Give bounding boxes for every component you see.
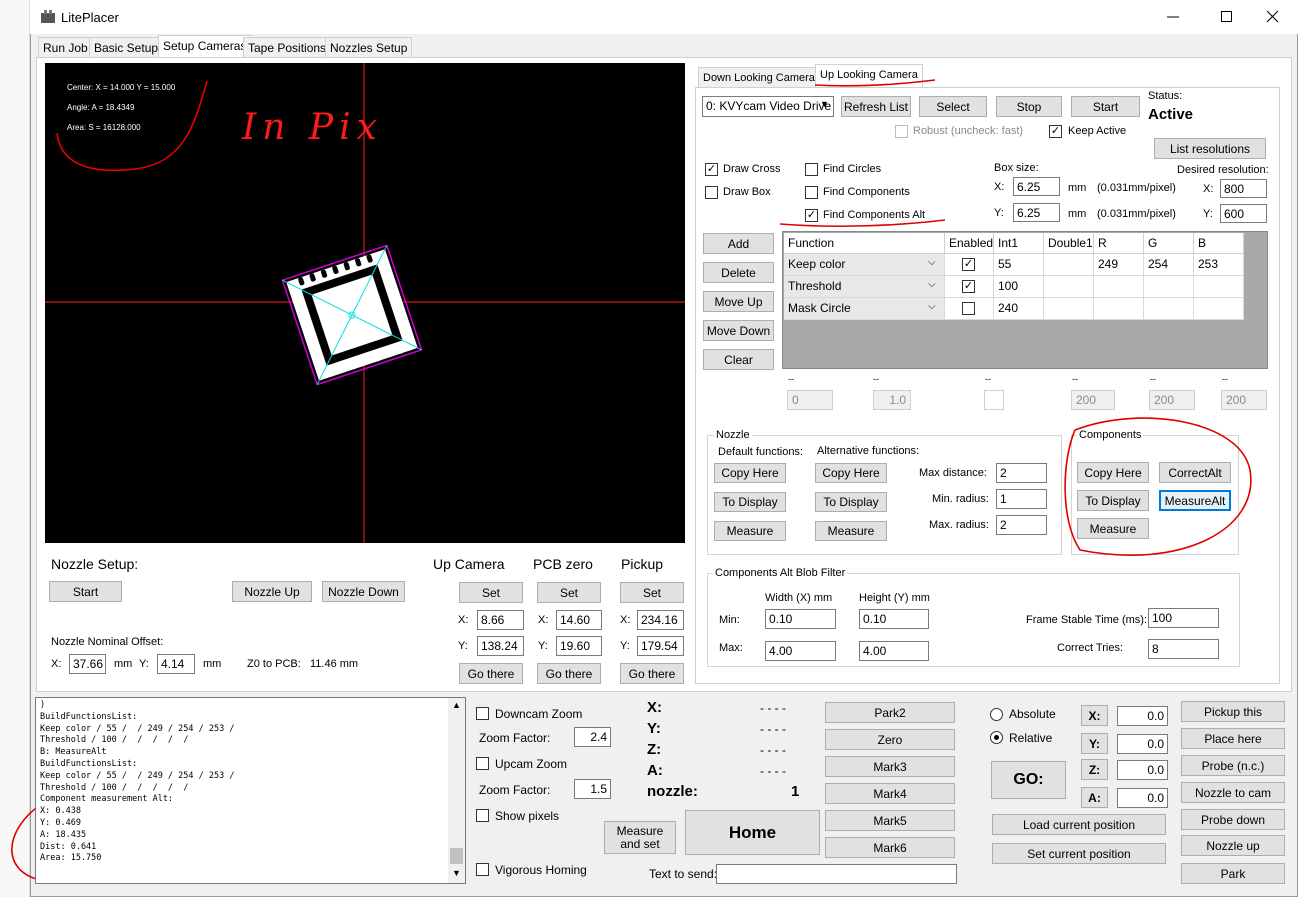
radio-dot	[994, 735, 999, 740]
pickup-y-label: Y:	[620, 640, 630, 652]
pickup-set-button[interactable]: Set	[620, 582, 684, 603]
readout-z-value: - - - -	[760, 743, 786, 757]
down-zoom-factor-label: Zoom Factor:	[479, 731, 551, 745]
log-scrollbar[interactable]: ▲ ▼	[448, 698, 465, 883]
pcb-zero-y-input[interactable]: 19.60	[556, 636, 602, 656]
offset-x-label: X:	[51, 658, 62, 670]
scroll-down-icon[interactable]: ▼	[452, 868, 461, 878]
nozzle-setup-title: Nozzle Setup:	[51, 556, 139, 572]
probe-down-button[interactable]: Probe down	[1181, 809, 1285, 830]
axis-z-input[interactable]: 0.0	[1117, 760, 1168, 780]
pickup-x-input[interactable]: 234.16	[637, 610, 684, 630]
relative-label: Relative	[1009, 731, 1053, 745]
pcb-zero-title: PCB zero	[533, 556, 593, 572]
downcam-zoom-checkbox[interactable]	[476, 707, 489, 720]
mark4-button[interactable]: Mark4	[825, 783, 955, 804]
pickup-go-button[interactable]: Go there	[620, 663, 684, 684]
up-camera-y-label: Y:	[458, 640, 468, 652]
readout-a-value: - - - -	[760, 764, 786, 778]
probe-nc-button[interactable]: Probe (n.c.)	[1181, 755, 1285, 776]
pickup-x-label: X:	[620, 614, 631, 626]
place-here-button[interactable]: Place here	[1181, 728, 1285, 749]
nozzle-to-cam-button[interactable]: Nozzle to cam	[1181, 782, 1285, 803]
relative-radio[interactable]	[990, 731, 1003, 744]
readout-x-label: X:	[647, 699, 662, 716]
pcb-zero-y-label: Y:	[538, 640, 548, 652]
up-camera-x-input[interactable]: 8.66	[477, 610, 524, 630]
pickup-title: Pickup	[621, 556, 664, 572]
load-position-button[interactable]: Load current position	[992, 814, 1166, 835]
measure-and-set-label: Measure and set	[616, 823, 664, 851]
park2-button[interactable]: Park2	[825, 702, 955, 723]
pcb-zero-x-label: X:	[538, 614, 549, 626]
set-current-position-button[interactable]: Set current position	[992, 843, 1166, 864]
offset-x-input[interactable]: 37.66	[69, 654, 106, 674]
home-button[interactable]: Home	[685, 810, 820, 855]
nozzle-setup-start-button[interactable]: Start	[49, 581, 122, 602]
pcb-zero-set-button[interactable]: Set	[537, 582, 601, 603]
up-zoom-factor-input[interactable]: 1.5	[574, 779, 611, 799]
readout-z-label: Z:	[647, 741, 662, 758]
offset-y-input[interactable]: 4.14	[157, 654, 195, 674]
axis-y-button[interactable]: Y:	[1081, 733, 1108, 754]
offset-y-unit: mm	[203, 658, 222, 670]
axis-a-button[interactable]: A:	[1081, 787, 1108, 808]
up-camera-set-button[interactable]: Set	[459, 582, 523, 603]
up-camera-title: Up Camera	[433, 556, 505, 572]
zero-button[interactable]: Zero	[825, 729, 955, 750]
offset-y-label: Y:	[139, 658, 149, 670]
vigorous-homing-checkbox[interactable]	[476, 863, 489, 876]
show-pixels-label: Show pixels	[495, 809, 560, 823]
axis-z-button[interactable]: Z:	[1081, 759, 1108, 780]
pickup-this-button[interactable]: Pickup this	[1181, 701, 1285, 722]
upcam-zoom-checkbox[interactable]	[476, 757, 489, 770]
nozzle-label: nozzle:	[647, 783, 698, 800]
scroll-up-icon[interactable]: ▲	[452, 700, 461, 710]
up-zoom-factor-label: Zoom Factor:	[479, 783, 551, 797]
text-to-send-label: Text to send:	[649, 867, 718, 881]
nozzle-value: 1	[791, 783, 800, 800]
pcb-zero-go-button[interactable]: Go there	[537, 663, 601, 684]
nozzle-up-right-button[interactable]: Nozzle up	[1181, 835, 1285, 856]
upcam-zoom-label: Upcam Zoom	[495, 757, 568, 771]
log-textbox[interactable]: ) BuildFunctionsList: Keep color / 55 / …	[35, 697, 466, 884]
nozzle-up-button[interactable]: Nozzle Up	[232, 581, 312, 602]
measure-and-set-button[interactable]: Measure and set	[604, 821, 676, 854]
up-camera-x-label: X:	[458, 614, 469, 626]
park-button[interactable]: Park	[1181, 863, 1285, 884]
mark6-button[interactable]: Mark6	[825, 837, 955, 858]
mark3-button[interactable]: Mark3	[825, 756, 955, 777]
show-pixels-checkbox[interactable]	[476, 809, 489, 822]
vigorous-homing-label: Vigorous Homing	[495, 863, 587, 877]
text-to-send-input[interactable]	[716, 864, 957, 884]
axis-x-input[interactable]: 0.0	[1117, 706, 1168, 726]
up-camera-go-button[interactable]: Go there	[459, 663, 523, 684]
go-button[interactable]: GO:	[991, 761, 1066, 799]
readout-a-label: A:	[647, 762, 663, 779]
downcam-zoom-label: Downcam Zoom	[495, 707, 583, 721]
readout-x-value: - - - -	[760, 701, 786, 715]
z0-value: 11.46 mm	[310, 658, 359, 670]
readout-y-label: Y:	[647, 720, 661, 737]
pcb-zero-x-input[interactable]: 14.60	[556, 610, 602, 630]
mark5-button[interactable]: Mark5	[825, 810, 955, 831]
nozzle-down-button[interactable]: Nozzle Down	[322, 581, 405, 602]
scroll-thumb[interactable]	[450, 848, 463, 864]
absolute-label: Absolute	[1009, 707, 1056, 721]
up-camera-y-input[interactable]: 138.24	[477, 636, 524, 656]
down-zoom-factor-input[interactable]: 2.4	[574, 727, 611, 747]
log-text: ) BuildFunctionsList: Keep color / 55 / …	[40, 700, 235, 864]
absolute-radio[interactable]	[990, 708, 1003, 721]
nozzle-offset-label: Nozzle Nominal Offset:	[51, 636, 164, 648]
axis-x-button[interactable]: X:	[1081, 705, 1108, 726]
offset-x-unit: mm	[114, 658, 133, 670]
readout-y-value: - - - -	[760, 722, 786, 736]
axis-y-input[interactable]: 0.0	[1117, 734, 1168, 754]
axis-a-input[interactable]: 0.0	[1117, 788, 1168, 808]
z0-label: Z0 to PCB:	[247, 658, 301, 670]
pickup-y-input[interactable]: 179.54	[637, 636, 684, 656]
